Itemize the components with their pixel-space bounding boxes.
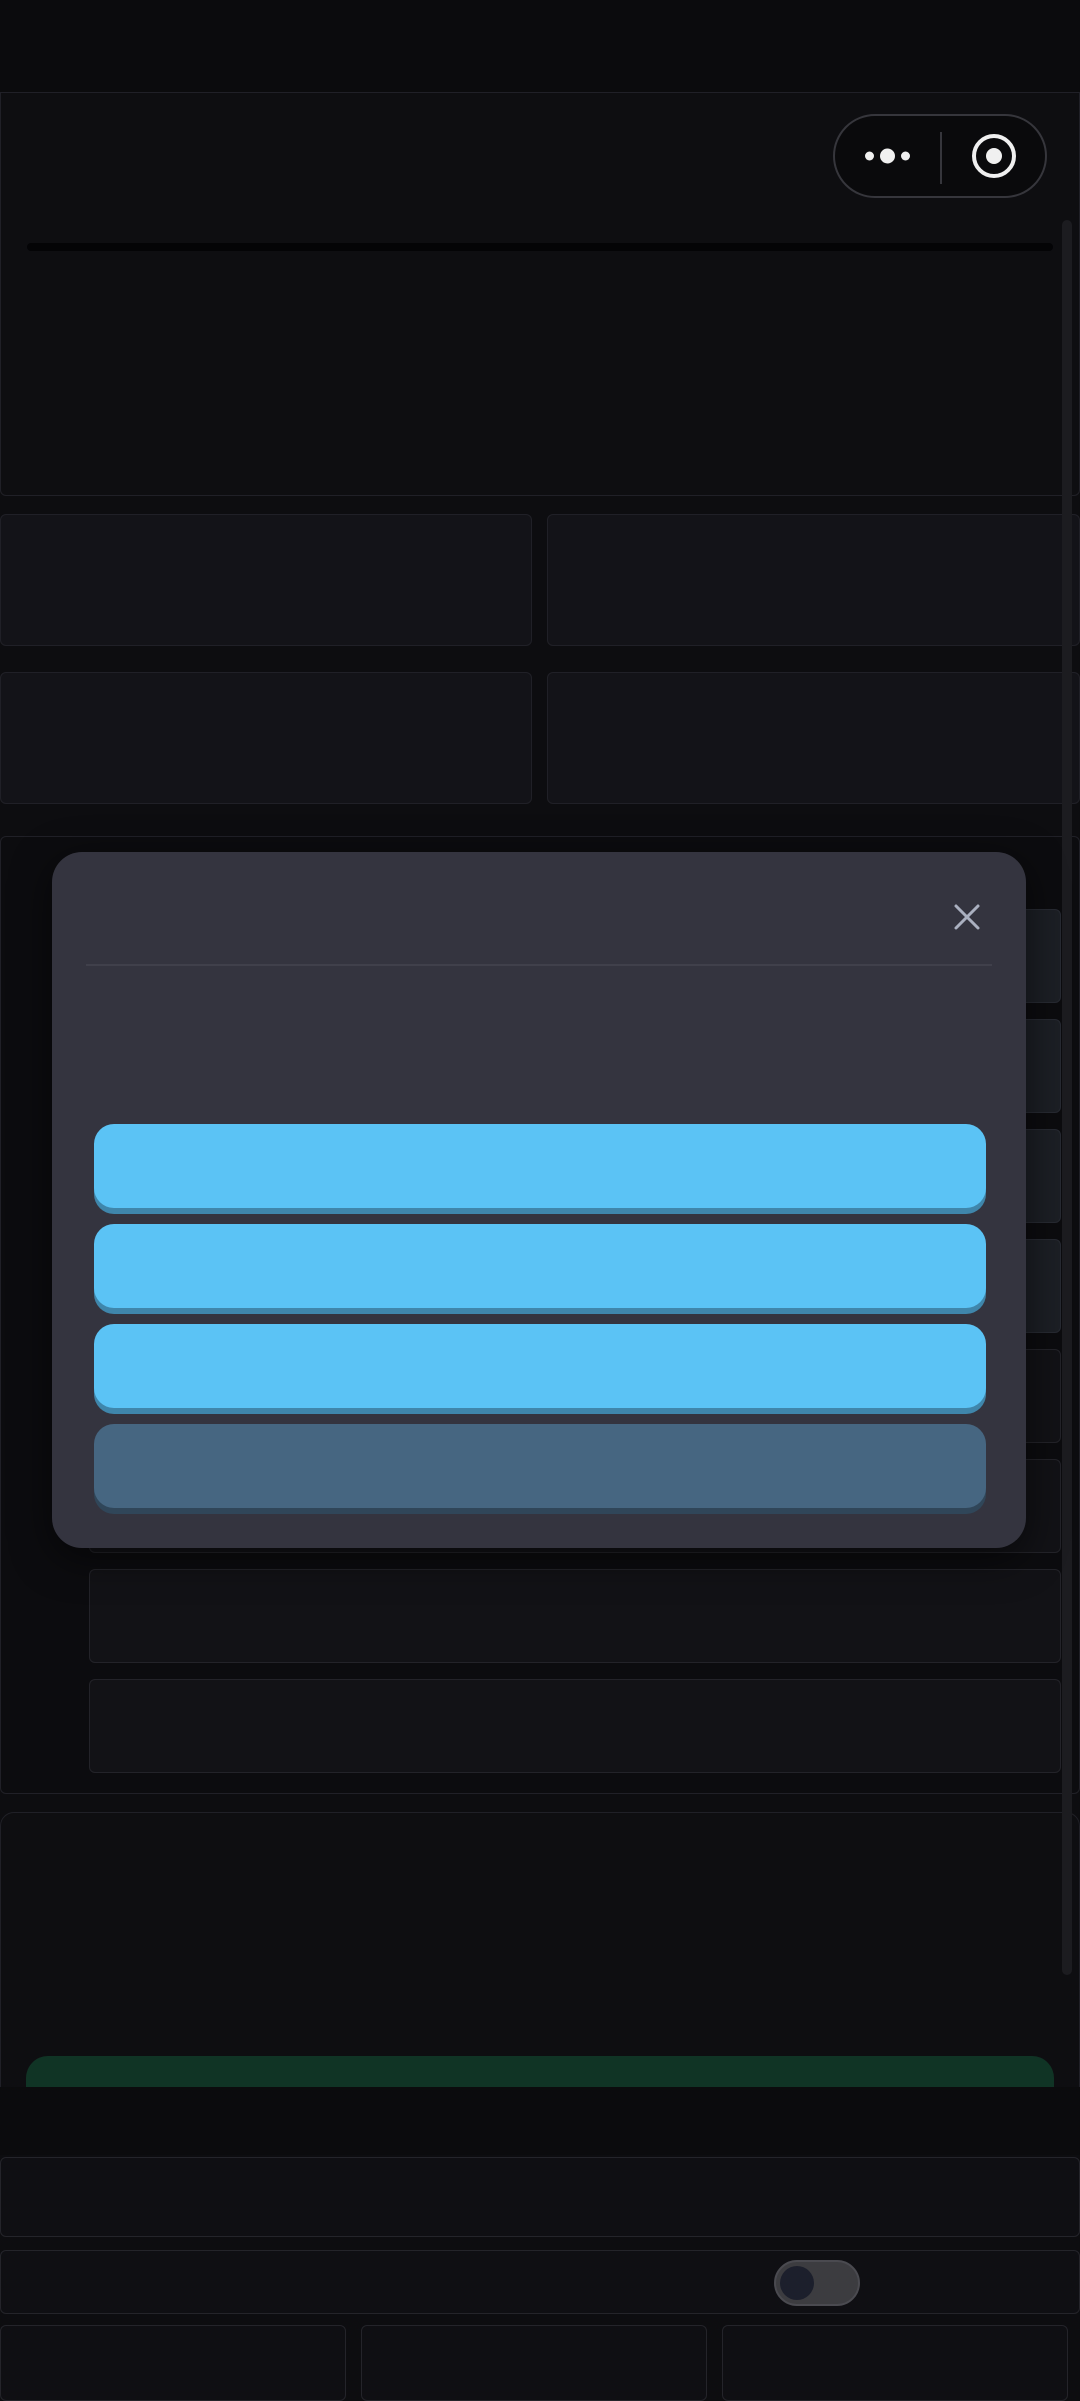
close-x-icon[interactable] xyxy=(940,890,994,944)
bottom-tab-3[interactable] xyxy=(722,2325,1068,2401)
bottom-tab-2[interactable] xyxy=(361,2325,707,2401)
option-dialog xyxy=(52,852,1026,1548)
settings-toggle-row xyxy=(0,2250,1080,2314)
app-root xyxy=(0,0,1080,2401)
dialog-option-2-button[interactable] xyxy=(94,1224,986,1308)
dialog-divider xyxy=(86,964,992,966)
dialog-option-3-button[interactable] xyxy=(94,1324,986,1408)
settings-row[interactable] xyxy=(0,2157,1080,2237)
dialog-option-1-button[interactable] xyxy=(94,1124,986,1208)
toggle-knob xyxy=(780,2266,814,2300)
status-bar xyxy=(0,0,1080,92)
settings-header-band xyxy=(0,2087,1080,2155)
toggle-switch[interactable] xyxy=(774,2260,860,2306)
bottom-tab-1[interactable] xyxy=(0,2325,346,2401)
dialog-option-4-button[interactable] xyxy=(94,1424,986,1508)
